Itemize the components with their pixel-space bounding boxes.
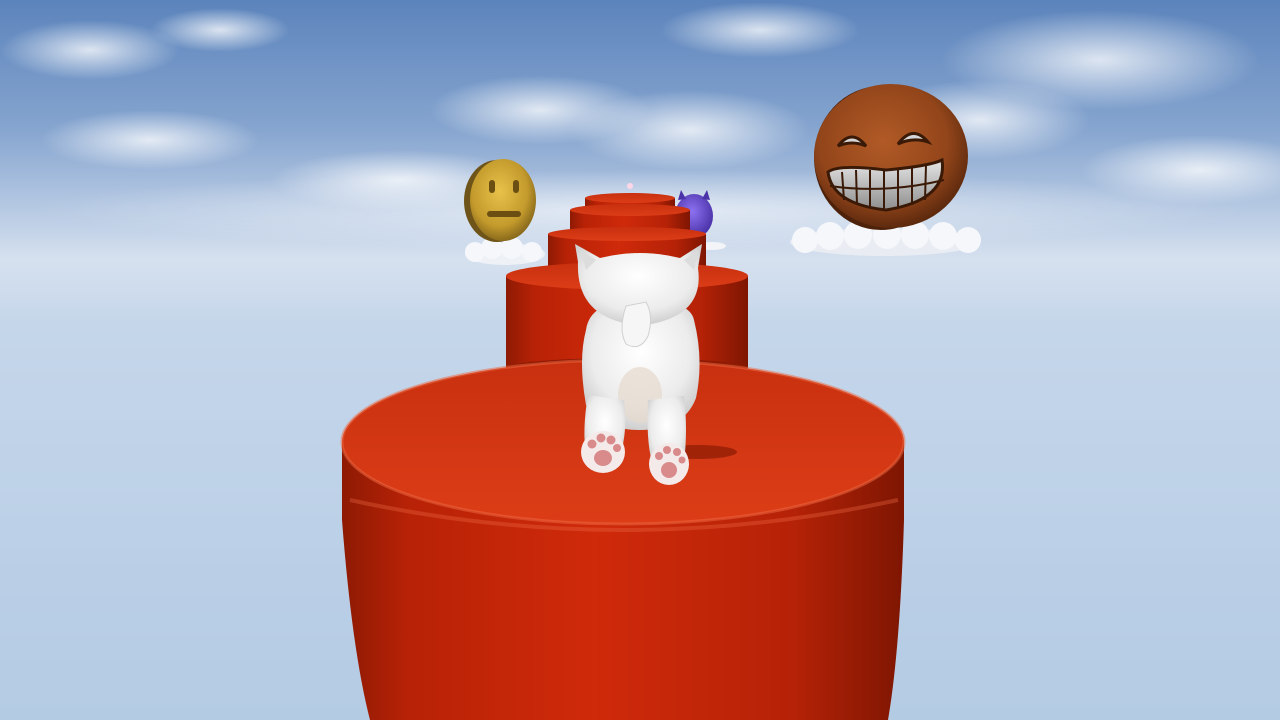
paw-left (581, 431, 625, 473)
sparkle (627, 183, 633, 189)
game-world (0, 0, 1280, 720)
coin-mouth (487, 211, 521, 217)
coin-eye-right (513, 180, 519, 193)
paw-right (649, 443, 689, 485)
game-viewport[interactable] (0, 0, 1280, 720)
coin-eye-left (489, 180, 495, 193)
